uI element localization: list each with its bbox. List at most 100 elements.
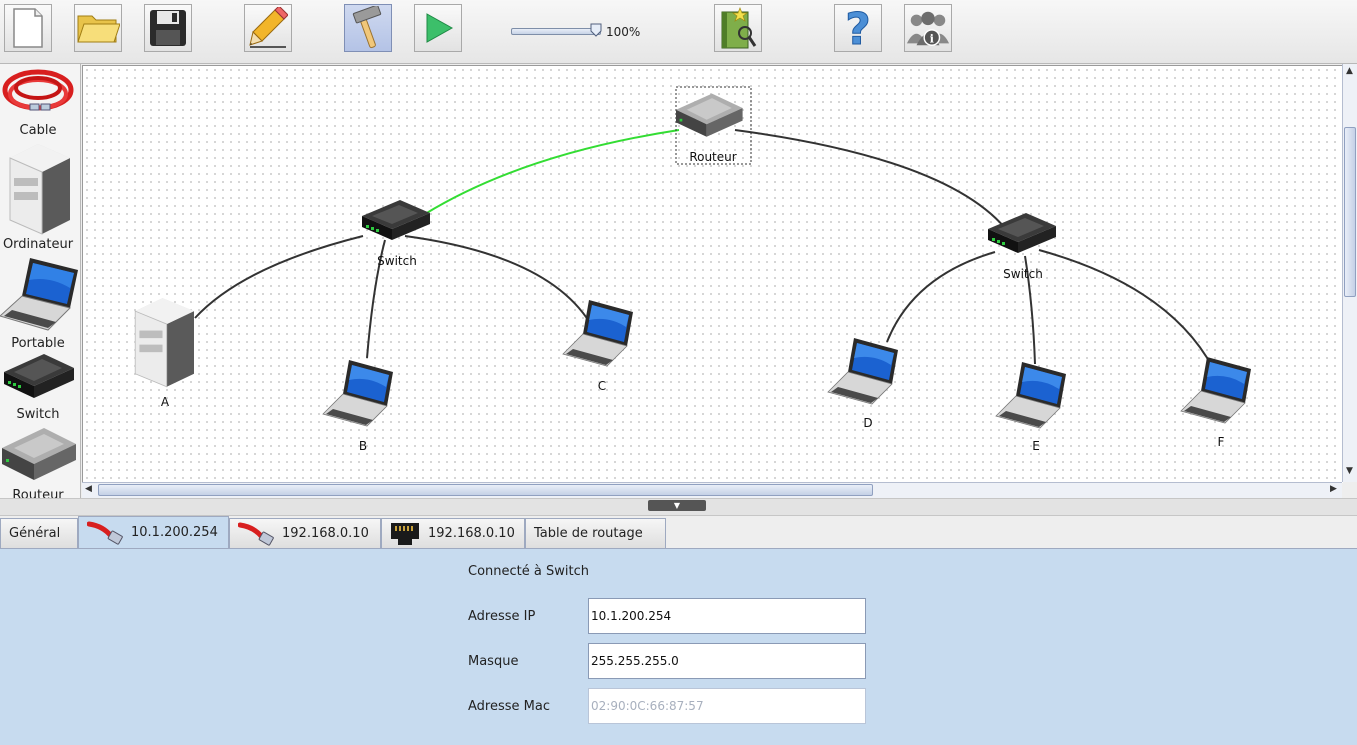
collapse-panel-button[interactable]: ▼	[648, 500, 706, 511]
mac-address-field	[588, 688, 866, 724]
canvas-horizontal-scrollbar[interactable]: ◀ ▶	[82, 482, 1342, 498]
pencil-edit-icon	[249, 7, 288, 48]
node-switch-2[interactable]: Switch	[988, 213, 1056, 281]
node-B[interactable]: B	[322, 359, 394, 453]
palette-label-ordinateur: Ordinateur	[2, 237, 74, 252]
computer-tower-icon	[134, 297, 195, 388]
node-label-C: C	[598, 379, 606, 393]
build-mode-button[interactable]	[344, 4, 392, 52]
laptop-icon	[827, 337, 899, 405]
save-button[interactable]	[144, 4, 192, 52]
tab-label-interface-2: 192.168.0.10	[282, 526, 369, 541]
node-label-B: B	[359, 439, 367, 453]
node-A[interactable]: A	[134, 297, 195, 409]
link-routeur-switch1[interactable]	[424, 129, 680, 215]
node-switch-1[interactable]: Switch	[362, 200, 430, 268]
tab-interface-1[interactable]: 10.1.200.254	[78, 516, 229, 548]
node-C[interactable]: C	[562, 299, 634, 393]
switch-icon	[362, 200, 430, 240]
computer-tower-icon	[9, 144, 70, 235]
save-disk-icon	[150, 10, 186, 46]
switch-icon	[4, 354, 74, 398]
canvas-vertical-scrollbar[interactable]: ▲ ▼	[1342, 64, 1357, 482]
svg-text:?: ?	[845, 6, 871, 50]
edit-mode-button[interactable]	[244, 4, 292, 52]
palette-item-ordinateur[interactable]: Ordinateur	[0, 142, 80, 254]
node-label-switch-2: Switch	[1003, 267, 1043, 281]
red-cable-icon	[87, 521, 123, 545]
mask-label: Masque	[468, 654, 519, 669]
tab-general[interactable]: Général	[0, 518, 78, 548]
about-button[interactable]: i	[904, 4, 952, 52]
palette-item-routeur[interactable]: Routeur	[0, 420, 80, 498]
wizard-button[interactable]	[714, 4, 762, 52]
interface-properties-panel: Connecté à Switch Adresse IP Masque Adre…	[0, 548, 1357, 745]
scroll-left-arrow-icon[interactable]: ◀	[85, 484, 92, 494]
laptop-icon	[0, 258, 78, 331]
new-file-button[interactable]	[4, 4, 52, 52]
connected-to-label: Connecté à Switch	[468, 564, 589, 579]
node-label-E: E	[1032, 439, 1040, 453]
horizontal-scroll-thumb[interactable]	[98, 484, 873, 496]
mac-address-label: Adresse Mac	[468, 699, 550, 714]
link-routeur-switch2[interactable]	[734, 129, 1006, 229]
tab-label-routing-table: Table de routage	[534, 526, 643, 541]
about-users-icon: i	[906, 11, 950, 46]
new-file-icon	[13, 8, 43, 48]
hammer-build-icon	[352, 6, 382, 49]
switch-icon	[988, 213, 1056, 253]
tab-routing-table[interactable]: Table de routage	[525, 518, 666, 548]
tab-label-interface-3: 192.168.0.10	[428, 526, 515, 541]
scroll-up-arrow-icon[interactable]: ▲	[1346, 66, 1353, 76]
simulate-button[interactable]	[414, 4, 462, 52]
tab-label-interface-1: 10.1.200.254	[131, 525, 218, 540]
scroll-down-arrow-icon[interactable]: ▼	[1346, 466, 1353, 476]
node-label-routeur: Routeur	[689, 150, 736, 164]
node-routeur[interactable]: Routeur	[675, 86, 752, 165]
palette-item-portable[interactable]: Portable	[0, 252, 80, 352]
mask-field[interactable]	[588, 643, 866, 679]
node-F[interactable]: F	[1180, 356, 1252, 449]
split-pane-divider[interactable]: ▼	[0, 498, 1357, 516]
scroll-right-arrow-icon[interactable]: ▶	[1330, 484, 1337, 494]
ip-address-label: Adresse IP	[468, 609, 536, 624]
node-label-A: A	[161, 395, 170, 409]
link-switch2-D[interactable]	[886, 251, 996, 343]
palette-label-portable: Portable	[11, 336, 65, 351]
ethernet-port-icon	[391, 522, 419, 545]
link-switch1-C[interactable]	[404, 235, 594, 329]
magic-book-icon	[721, 7, 757, 49]
laptop-icon	[562, 299, 634, 367]
tab-label-general: Général	[9, 526, 61, 541]
palette-item-switch[interactable]: Switch	[0, 350, 80, 422]
help-button[interactable]: ?	[834, 4, 882, 52]
zoom-slider-thumb[interactable]	[590, 23, 602, 37]
palette-item-cable[interactable]: Cable	[0, 64, 80, 142]
cable-icon	[2, 69, 74, 111]
zoom-level-label: 100%	[606, 25, 641, 39]
svg-text:i: i	[930, 31, 935, 45]
node-label-D: D	[863, 416, 872, 430]
palette-label-routeur: Routeur	[12, 488, 64, 498]
open-folder-icon	[77, 15, 120, 43]
vertical-scroll-thumb[interactable]	[1344, 127, 1356, 297]
play-simulate-icon	[426, 13, 454, 43]
tab-interface-3[interactable]: 192.168.0.10	[381, 518, 525, 548]
help-question-icon: ?	[845, 6, 872, 50]
toolbar: 100% ? i	[0, 0, 1357, 64]
node-E[interactable]: E	[995, 361, 1067, 453]
ip-address-field[interactable]	[588, 598, 866, 634]
router-icon	[2, 428, 76, 480]
node-D[interactable]: D	[827, 337, 899, 430]
link-switch2-F[interactable]	[1038, 249, 1214, 369]
zoom-slider-track[interactable]	[511, 28, 601, 35]
node-label-switch-1: Switch	[377, 254, 417, 268]
link-switch1-A[interactable]	[194, 235, 364, 319]
palette-label-cable: Cable	[19, 123, 57, 138]
open-folder-button[interactable]	[74, 4, 122, 52]
network-canvas[interactable]: Routeur Switch Switch A B C D E F	[82, 65, 1343, 483]
red-cable-icon	[238, 522, 274, 546]
laptop-icon	[995, 361, 1067, 429]
tab-interface-2[interactable]: 192.168.0.10	[229, 518, 381, 548]
properties-tabs: Général 10.1.200.254 192.168.0.10 192.16…	[0, 516, 1357, 548]
